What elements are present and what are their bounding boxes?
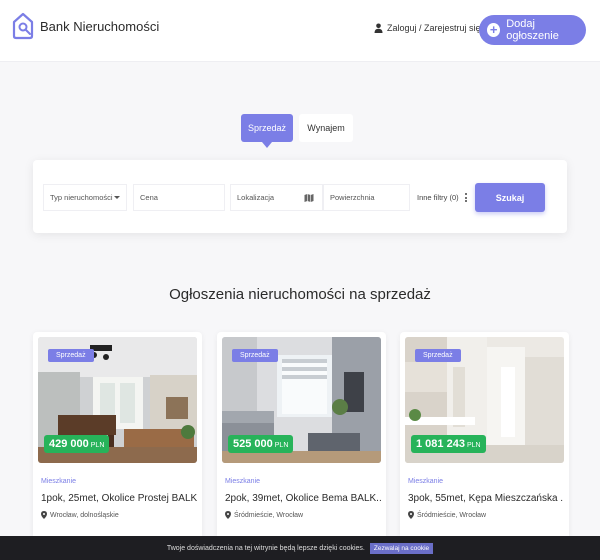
price-placeholder: Cena bbox=[140, 193, 158, 202]
add-listing-label: Dodaj ogłoszenie bbox=[506, 18, 559, 42]
listing-photo[interactable]: Sprzedaż 1 081 243 PLN bbox=[405, 337, 564, 463]
cookie-text: Twoje doświadczenia na tej witrynie będą… bbox=[166, 544, 365, 552]
listing-badge: Sprzedaż bbox=[232, 349, 278, 362]
site-header: Bank Nieruchomości Zaloguj / Zarejestruj… bbox=[0, 0, 600, 62]
area-placeholder: Powierzchnia bbox=[330, 193, 375, 202]
listing-photo[interactable]: Sprzedaż 525 000 PLN bbox=[222, 337, 381, 463]
property-type-select[interactable]: Typ nieruchomości bbox=[43, 184, 127, 211]
caret-down-icon bbox=[114, 196, 120, 199]
search-panel: Typ nieruchomości Cena Lokalizacja Powie… bbox=[33, 160, 567, 233]
property-type-placeholder: Typ nieruchomości bbox=[50, 193, 113, 202]
location-pin-icon bbox=[408, 511, 414, 519]
listing-location: Śródmieście, Wrocław bbox=[225, 511, 303, 519]
location-pin-icon bbox=[41, 511, 47, 519]
login-link[interactable]: Zaloguj / Zarejestruj się bbox=[374, 23, 481, 33]
listing-badge: Sprzedaż bbox=[48, 349, 94, 362]
add-listing-button[interactable]: + Dodaj ogłoszenie bbox=[479, 15, 586, 45]
cookie-accept-button[interactable]: Zezwalaj na cookie bbox=[369, 542, 434, 554]
listing-photo[interactable]: Sprzedaż 429 000 PLN bbox=[38, 337, 197, 463]
listing-title[interactable]: 3pok, 55met, Kępa Mieszczańska ... bbox=[408, 493, 564, 504]
plus-icon: + bbox=[487, 23, 501, 37]
area-input[interactable]: Powierzchnia bbox=[323, 184, 410, 211]
tab-sale[interactable]: Sprzedaż bbox=[241, 114, 293, 148]
more-filters-button[interactable]: Inne filtry (0) bbox=[417, 193, 467, 202]
listing-type: Mieszkanie bbox=[408, 478, 444, 485]
listing-title[interactable]: 2pok, 39met, Okolice Bema BALK... bbox=[225, 493, 381, 504]
listing-title[interactable]: 1pok, 25met, Okolice Prostej BALK... bbox=[41, 493, 197, 504]
brand-name: Bank Nieruchomości bbox=[40, 18, 160, 34]
listing-price: 429 000 PLN bbox=[44, 435, 110, 453]
listing-badge: Sprzedaż bbox=[415, 349, 461, 362]
house-logo-icon bbox=[12, 12, 34, 40]
section-title: Ogłoszenia nieruchomości na sprzedaż bbox=[169, 286, 431, 303]
location-input[interactable]: Lokalizacja bbox=[230, 184, 323, 211]
cookie-bar: Twoje doświadczenia na tej witrynie będą… bbox=[0, 536, 600, 560]
listing-price: 1 081 243 PLN bbox=[411, 435, 486, 453]
location-pin-icon bbox=[225, 511, 231, 519]
price-input[interactable]: Cena bbox=[133, 184, 225, 211]
listing-card[interactable]: Sprzedaż 1 081 243 PLN Mieszkanie 3pok, 5… bbox=[400, 332, 569, 542]
listing-card[interactable]: Sprzedaż 429 000 PLN Mieszkanie 1pok, 25m… bbox=[33, 332, 202, 542]
login-label: Zaloguj / Zarejestruj się bbox=[387, 23, 481, 33]
listing-price: 525 000 PLN bbox=[228, 435, 294, 453]
listing-type: Mieszkanie bbox=[225, 478, 261, 485]
listing-location: Śródmieście, Wrocław bbox=[408, 511, 486, 519]
map-icon[interactable] bbox=[304, 193, 314, 203]
tab-rent[interactable]: Wynajem bbox=[299, 114, 353, 142]
search-button[interactable]: Szukaj bbox=[475, 183, 545, 212]
more-filters-label: Inne filtry (0) bbox=[417, 193, 459, 202]
listing-card[interactable]: Sprzedaż 525 000 PLN Mieszkanie 2pok, 39m… bbox=[217, 332, 386, 542]
listing-location: Wrocław, dolnośląskie bbox=[41, 511, 119, 519]
logo[interactable]: Bank Nieruchomości bbox=[12, 12, 159, 40]
location-placeholder: Lokalizacja bbox=[237, 193, 275, 202]
more-vertical-icon bbox=[464, 193, 467, 202]
listing-type: Mieszkanie bbox=[41, 478, 77, 485]
user-icon bbox=[374, 23, 383, 33]
